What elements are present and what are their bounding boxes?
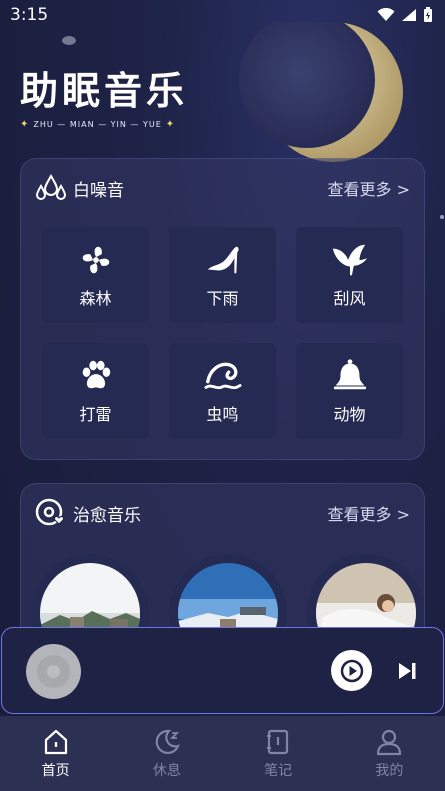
wave-icon [203, 362, 242, 390]
sound-tile-insects[interactable]: 虫鸣 [169, 343, 276, 439]
white-noise-title: 白噪音 [73, 180, 124, 201]
home-icon [44, 729, 67, 754]
sound-tile-label: 森林 [79, 289, 112, 308]
bell-icon [333, 359, 366, 390]
moon-icon [155, 729, 180, 754]
healing-music-header: 治愈音乐 查看更多 > [35, 498, 410, 528]
planet [62, 36, 76, 45]
subtitle-text: ZHU — MIAN — YIN — YUE [33, 120, 162, 129]
signal-icon [402, 9, 416, 21]
hero-title-block: 助眠音乐 ✦ ZHU — MIAN — YIN — YUE ✦ [20, 60, 188, 130]
sound-tile-label: 刮风 [333, 289, 366, 308]
user-icon [377, 729, 402, 755]
sound-tile-animals[interactable]: 动物 [296, 343, 403, 439]
tab-label: 首页 [41, 762, 70, 779]
sound-tile-label: 打雷 [79, 405, 112, 424]
battery-icon [424, 7, 432, 22]
sound-tile-label: 下雨 [206, 289, 239, 308]
sparkle-icon: ✦ [20, 119, 30, 130]
sound-tile-wind[interactable]: 刮风 [296, 227, 403, 323]
bottom-tab-bar: 首页 休息 笔记 我的 [0, 716, 445, 791]
page-title: 助眠音乐 [20, 69, 189, 113]
sparkle-icon: ✦ [165, 119, 176, 130]
white-noise-card: 白噪音 查看更多 > 森林 下雨 刮风 打雷 虫鸣 动物 [20, 158, 425, 460]
status-time: 3:15 [10, 5, 49, 25]
wifi-icon [377, 8, 395, 21]
healing-music-more-link[interactable]: 查看更多 > [328, 501, 411, 525]
tab-rest[interactable]: 休息 [127, 728, 207, 780]
music-disc-heart-icon [35, 498, 64, 526]
page-subtitle: ✦ ZHU — MIAN — YIN — YUE ✦ [20, 119, 188, 130]
water-drops-icon [35, 174, 67, 200]
fan-icon [82, 246, 109, 274]
record-disc-icon [26, 644, 81, 699]
mini-player[interactable] [1, 627, 444, 714]
sound-tile-label: 虫鸣 [206, 405, 239, 424]
white-noise-more-link[interactable]: 查看更多 > [328, 176, 411, 200]
next-track-button[interactable] [394, 658, 420, 684]
tab-notes[interactable]: 笔记 [238, 728, 318, 780]
white-noise-header: 白噪音 查看更多 > [35, 173, 410, 203]
high-heel-icon [207, 246, 239, 274]
moon-illustration [239, 22, 403, 162]
tab-home[interactable]: 首页 [16, 728, 96, 780]
notebook-icon [267, 729, 289, 754]
skip-next-icon [399, 663, 416, 679]
tab-label: 休息 [152, 762, 181, 779]
sound-tile-thunder[interactable]: 打雷 [42, 343, 149, 439]
star [440, 215, 444, 219]
play-icon [340, 659, 363, 682]
sound-tile-forest[interactable]: 森林 [42, 227, 149, 323]
tab-label: 我的 [375, 762, 404, 779]
bird-icon [332, 244, 367, 276]
paw-icon [82, 360, 110, 389]
sound-tile-rain[interactable]: 下雨 [169, 227, 276, 323]
white-noise-grid: 森林 下雨 刮风 打雷 虫鸣 动物 [42, 227, 403, 439]
play-button[interactable] [331, 650, 372, 691]
tab-profile[interactable]: 我的 [349, 728, 429, 780]
sound-tile-label: 动物 [333, 405, 366, 424]
healing-music-title: 治愈音乐 [73, 505, 141, 526]
tab-label: 笔记 [264, 762, 293, 779]
